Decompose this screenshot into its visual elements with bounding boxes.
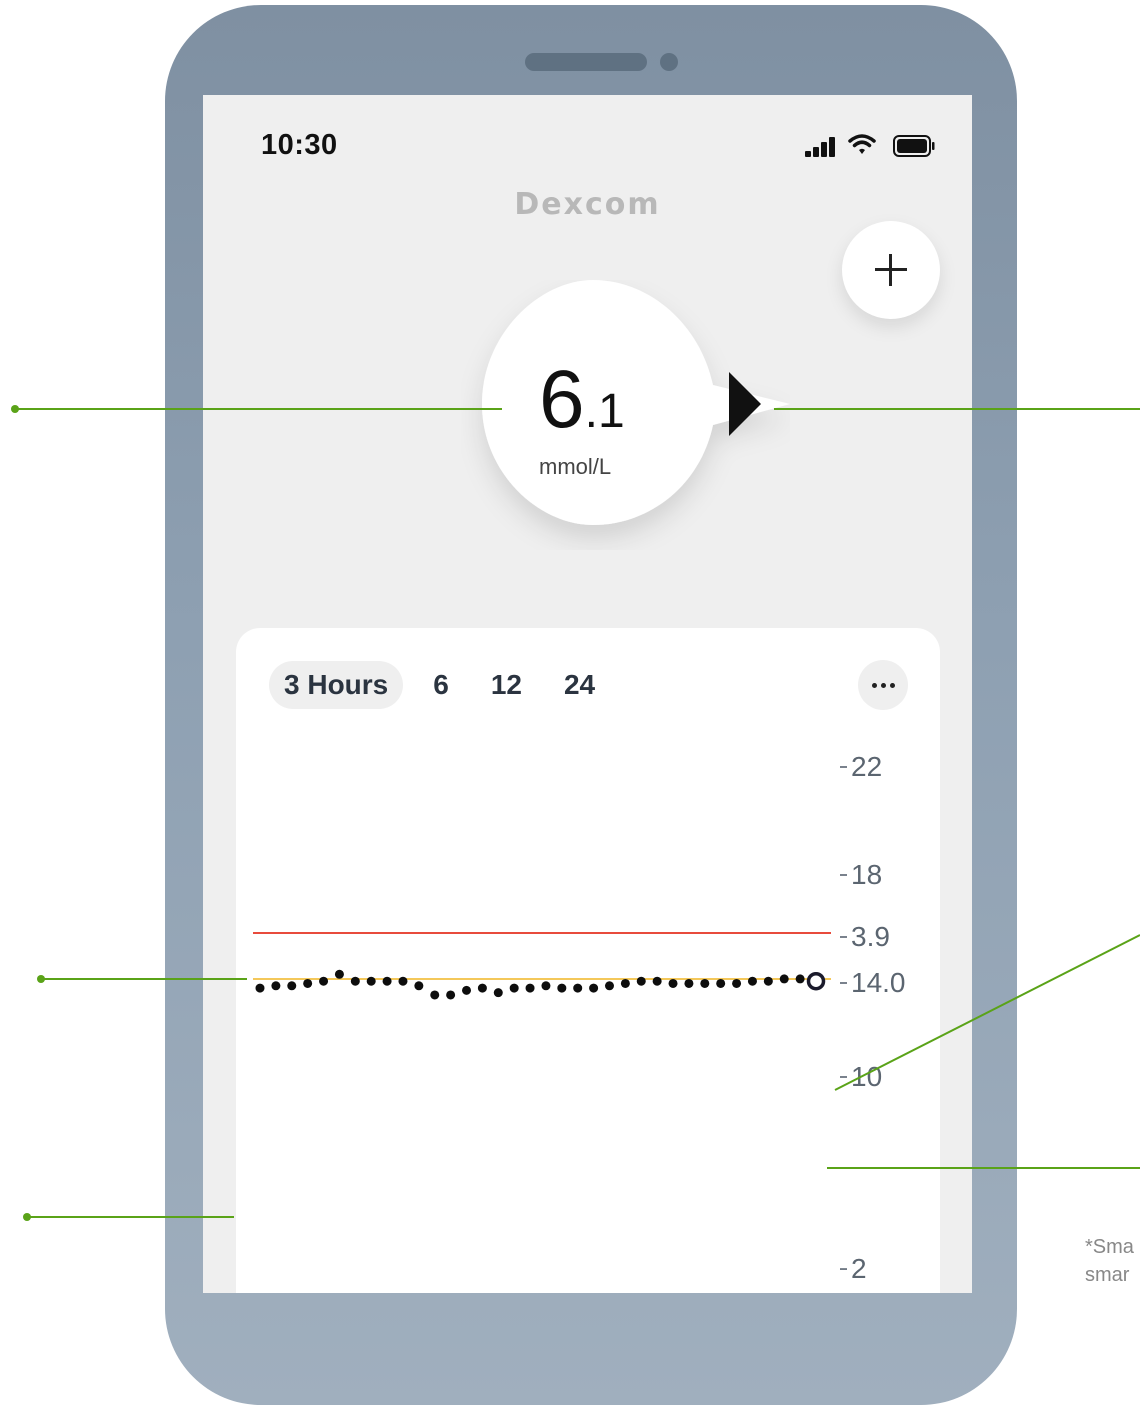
glucose-point bbox=[303, 978, 313, 988]
glucose-whole: 6 bbox=[539, 354, 585, 445]
glucose-point bbox=[525, 983, 535, 993]
glucose-point bbox=[366, 976, 376, 986]
callout-dot-high-alert bbox=[37, 975, 45, 983]
glucose-point bbox=[763, 976, 773, 986]
current-glucose-reading[interactable]: 6.1 mmol/L bbox=[203, 95, 972, 595]
y-axis-tick-label: 18 bbox=[851, 859, 882, 890]
glucose-point bbox=[462, 985, 472, 995]
glucose-point bbox=[446, 990, 456, 1000]
footnote-text: *Sma smar bbox=[1085, 1233, 1140, 1285]
glucose-point bbox=[414, 981, 424, 991]
y-axis-tick-label: 10 bbox=[851, 1061, 882, 1092]
y-axis-tick-label: 22 bbox=[851, 751, 882, 782]
glucose-point bbox=[652, 976, 662, 986]
glucose-value: 6.1 bbox=[539, 359, 625, 441]
page: { "status_bar": { "time": "10:30" }, "ap… bbox=[0, 0, 1140, 1405]
current-reading-point bbox=[806, 971, 826, 991]
glucose-point bbox=[700, 978, 710, 988]
glucose-point bbox=[319, 976, 329, 986]
glucose-point bbox=[732, 978, 742, 988]
glucose-point bbox=[382, 976, 392, 986]
glucose-point bbox=[398, 976, 408, 986]
callout-dot-current-reading bbox=[11, 405, 19, 413]
glucose-point bbox=[477, 983, 487, 993]
glucose-chart-card: 3 Hours 6 12 24 22 18 14.0 10 3.9 2 bbox=[236, 628, 940, 1293]
y-axis-tick-label: 2 bbox=[851, 1253, 867, 1284]
footnote-line-1: *Sma bbox=[1085, 1236, 1134, 1258]
glucose-unit: mmol/L bbox=[539, 454, 612, 479]
glucose-point bbox=[668, 978, 678, 988]
glucose-point bbox=[747, 976, 757, 986]
glucose-point bbox=[573, 983, 583, 993]
glucose-point bbox=[493, 988, 503, 998]
glucose-point bbox=[557, 983, 567, 993]
glucose-point bbox=[636, 976, 646, 986]
app-screen: 10:30 Dexcom 6.1 mmol/L 3 Hours 6 12 24 … bbox=[203, 95, 972, 1293]
glucose-point bbox=[509, 983, 519, 993]
glucose-point bbox=[779, 974, 789, 984]
glucose-point bbox=[604, 981, 614, 991]
glucose-point bbox=[287, 981, 297, 991]
glucose-point bbox=[684, 978, 694, 988]
glucose-point bbox=[589, 983, 599, 993]
glucose-point bbox=[334, 969, 344, 979]
glucose-point bbox=[430, 990, 440, 1000]
phone-speaker bbox=[525, 53, 647, 71]
glucose-point bbox=[795, 974, 805, 984]
glucose-decimal: .1 bbox=[584, 385, 625, 438]
glucose-chart: 22 18 14.0 10 3.9 2 bbox=[253, 751, 906, 1284]
glucose-point bbox=[620, 978, 630, 988]
y-axis-tick-label: 14.0 bbox=[851, 967, 906, 998]
y-axis-tick-label: 3.9 bbox=[851, 921, 890, 952]
callout-dot-low-alert bbox=[23, 1213, 31, 1221]
glucose-point bbox=[350, 976, 360, 986]
footnote-line-2: smar bbox=[1085, 1264, 1130, 1285]
phone-camera bbox=[660, 53, 678, 71]
glucose-point bbox=[271, 981, 281, 991]
glucose-point bbox=[716, 978, 726, 988]
glucose-point bbox=[541, 981, 551, 991]
glucose-point bbox=[255, 983, 265, 993]
